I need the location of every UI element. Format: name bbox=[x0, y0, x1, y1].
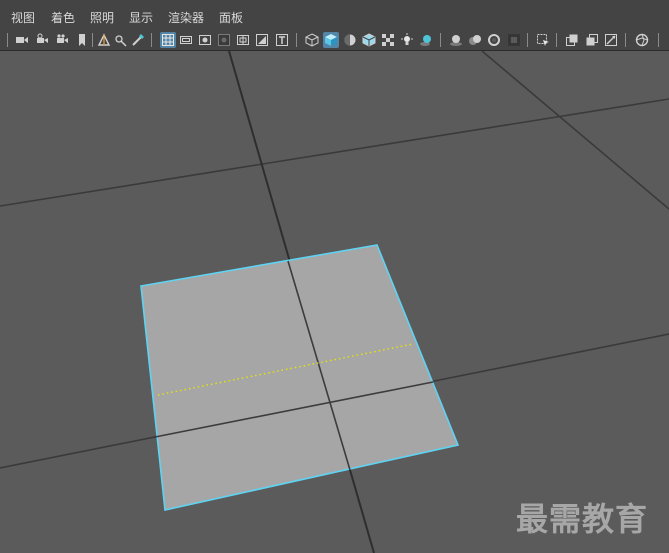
image-plane-icon[interactable] bbox=[96, 32, 112, 48]
smooth-shade-all-icon[interactable] bbox=[323, 32, 339, 48]
depth-of-field-icon[interactable] bbox=[506, 32, 522, 48]
watermark: 最需教育 bbox=[516, 500, 649, 538]
menu-bar: 视图 着色 照明 显示 渲染器 面板 bbox=[0, 0, 669, 30]
gate-mask-icon[interactable] bbox=[216, 32, 232, 48]
shadows-icon[interactable] bbox=[418, 32, 434, 48]
camera-bookmark-icon[interactable] bbox=[55, 32, 71, 48]
safe-title-icon[interactable] bbox=[274, 32, 290, 48]
motion-blur-icon[interactable] bbox=[467, 32, 483, 48]
viewport-toolbar bbox=[0, 30, 669, 51]
toolbar-separator bbox=[556, 33, 557, 47]
selected-plane bbox=[140, 244, 460, 511]
camera-attributes-icon[interactable] bbox=[35, 32, 51, 48]
toolbar-separator bbox=[151, 33, 152, 47]
exposure-icon[interactable] bbox=[634, 32, 650, 48]
multisample-antialiasing-icon[interactable] bbox=[486, 32, 502, 48]
toolbar-separator bbox=[625, 33, 626, 47]
safe-action-icon[interactable] bbox=[254, 32, 270, 48]
resolution-gate-icon[interactable] bbox=[197, 32, 213, 48]
2d-pan-zoom-icon[interactable] bbox=[130, 32, 146, 48]
menu-renderer[interactable]: 渲染器 bbox=[168, 10, 204, 26]
use-all-lights-icon[interactable] bbox=[399, 32, 415, 48]
xray-icon[interactable] bbox=[564, 32, 580, 48]
screen-space-ambient-occlusion-icon[interactable] bbox=[448, 32, 464, 48]
textured-icon[interactable] bbox=[380, 32, 396, 48]
menu-panels[interactable]: 面板 bbox=[219, 10, 243, 26]
use-default-material-icon[interactable] bbox=[342, 32, 358, 48]
viewport-scene[interactable] bbox=[0, 51, 669, 553]
toolbar-separator bbox=[658, 33, 659, 47]
wireframe-on-shaded-icon[interactable] bbox=[361, 32, 377, 48]
film-gate-icon[interactable] bbox=[178, 32, 194, 48]
toolbar-separator bbox=[7, 33, 8, 47]
isolate-select-icon[interactable] bbox=[535, 32, 551, 48]
3d-viewport[interactable] bbox=[0, 51, 669, 553]
menu-shading[interactable]: 着色 bbox=[51, 10, 75, 26]
xray-joints-icon[interactable] bbox=[603, 32, 619, 48]
bookmark-icon[interactable] bbox=[74, 32, 90, 48]
toolbar-separator bbox=[92, 33, 93, 47]
toolbar-separator bbox=[527, 33, 528, 47]
menu-lighting[interactable]: 照明 bbox=[90, 10, 114, 26]
menu-view[interactable]: 视图 bbox=[11, 10, 35, 26]
toolbar-separator bbox=[440, 33, 441, 47]
grease-pencil-icon[interactable] bbox=[113, 32, 129, 48]
xray-active-components-icon[interactable] bbox=[584, 32, 600, 48]
menu-show[interactable]: 显示 bbox=[129, 10, 153, 26]
wireframe-icon[interactable] bbox=[304, 32, 320, 48]
grid-icon[interactable] bbox=[160, 32, 176, 48]
grid-line bbox=[481, 51, 669, 210]
grid-line bbox=[0, 98, 669, 207]
toolbar-separator bbox=[296, 33, 297, 47]
camera-select-icon[interactable] bbox=[14, 32, 30, 48]
field-chart-icon[interactable] bbox=[235, 32, 251, 48]
